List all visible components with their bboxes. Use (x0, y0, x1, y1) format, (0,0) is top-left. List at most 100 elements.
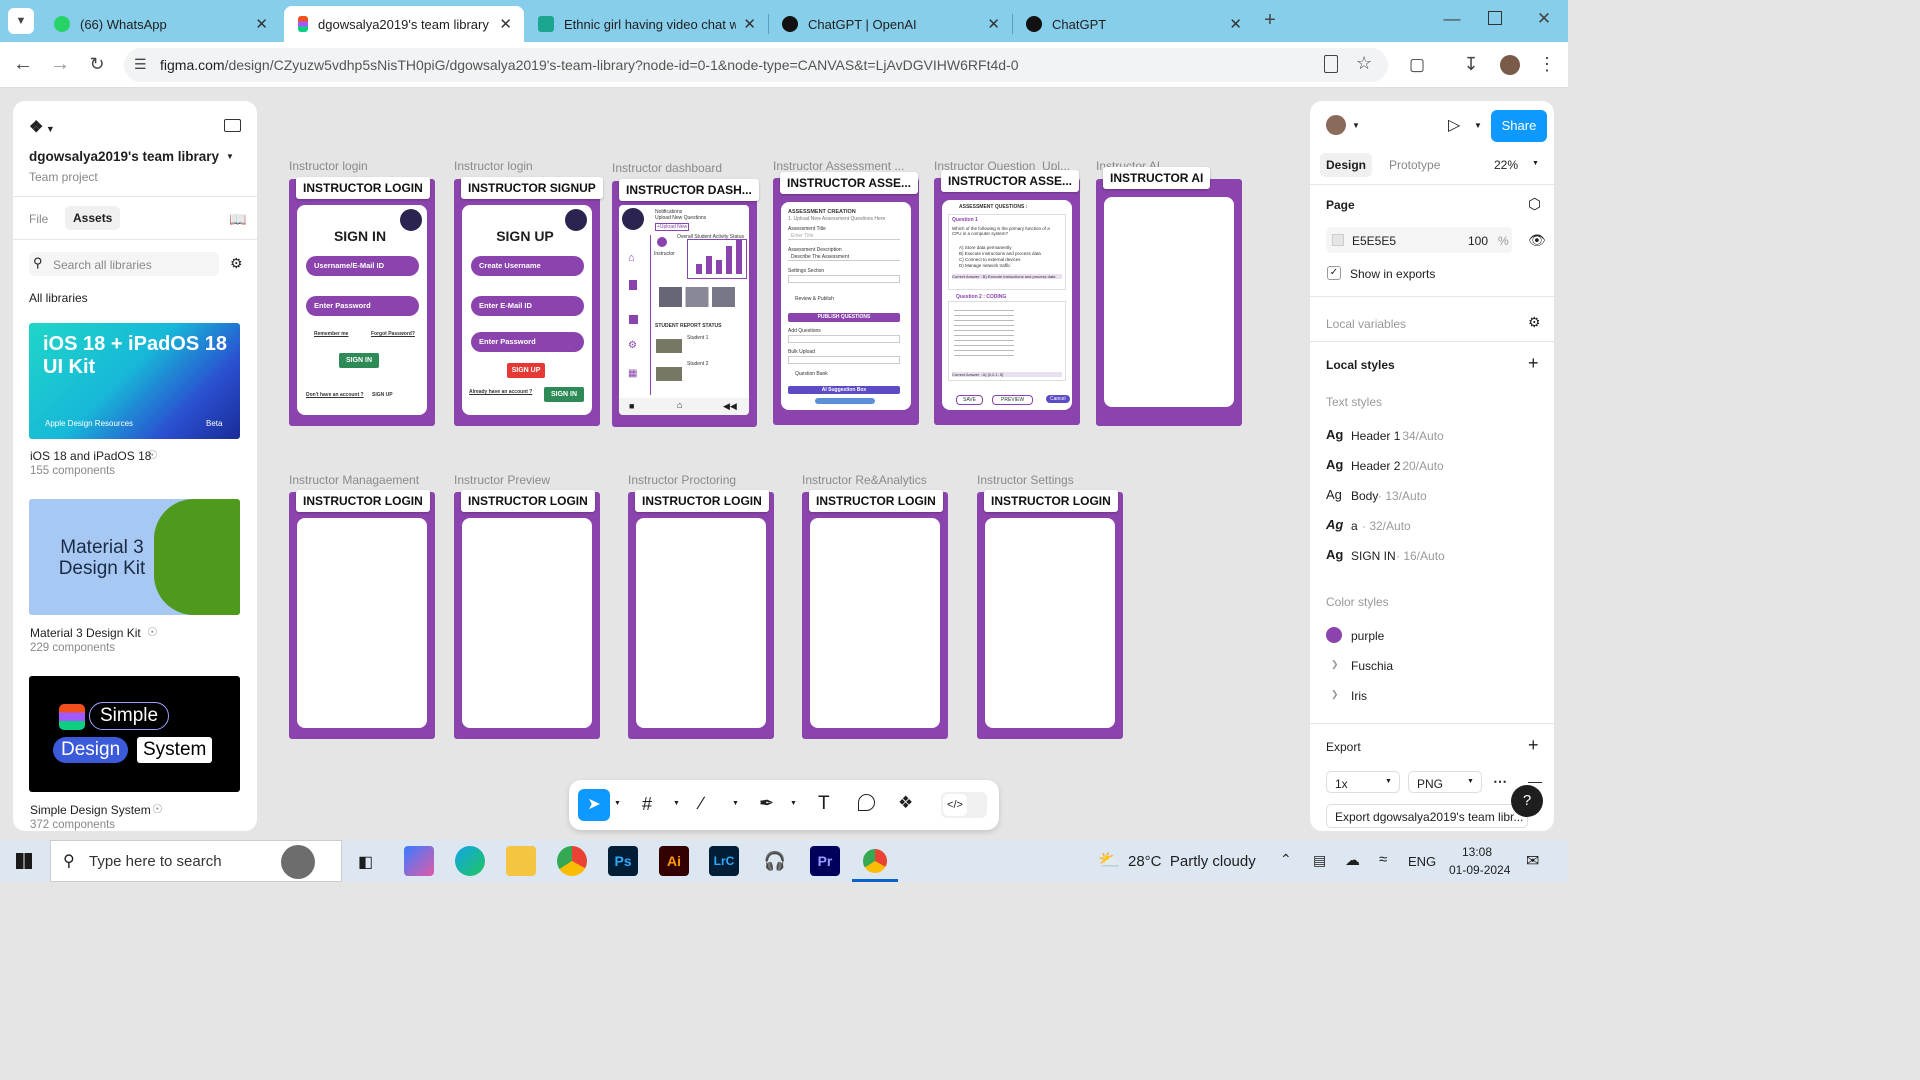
chevron-down-icon[interactable]: ▼ (732, 800, 739, 807)
tab-search-chevron-icon[interactable]: ▼ (8, 8, 34, 34)
frame-instructor-proctoring[interactable]: INSTRUCTOR LOGIN (628, 490, 774, 739)
user-avatar[interactable] (1326, 115, 1346, 135)
headphones-app-icon[interactable]: 🎧 (760, 846, 790, 876)
library-search-input[interactable]: ⚲ Search all libraries (29, 252, 219, 276)
text-tool-icon[interactable]: T (818, 793, 830, 815)
export-scale-select[interactable]: 1x ▼ (1326, 771, 1400, 793)
frame-instructor-settings[interactable]: INSTRUCTOR LOGIN (977, 490, 1123, 739)
color-style-fuschia[interactable]: ❯ Fuschia (1326, 657, 1536, 673)
chevron-down-icon[interactable]: ▼ (614, 800, 621, 807)
bookmark-star-icon[interactable]: ☆ (1356, 53, 1372, 74)
export-button[interactable]: Export dgowsalya2019's team libr... (1326, 804, 1528, 828)
team-name[interactable]: dgowsalya2019's team library (29, 149, 219, 164)
frame-label[interactable]: Instructor Settings (977, 473, 1127, 487)
comment-tool-icon[interactable] (858, 794, 875, 811)
frame-instructor-analytics[interactable]: INSTRUCTOR LOGIN (802, 490, 948, 739)
back-arrow-icon[interactable]: ← (12, 54, 34, 74)
device-icon[interactable]: ▤ (1313, 852, 1326, 869)
chevron-down-icon[interactable]: ▼ (1474, 121, 1482, 130)
tab-assets[interactable]: Assets (65, 206, 121, 230)
lightroom-classic-icon[interactable]: LrC (709, 846, 739, 876)
help-icon[interactable]: ? (1511, 785, 1543, 817)
clipboard-icon[interactable] (1324, 55, 1338, 73)
library-name[interactable]: Material 3 Design Kit (30, 626, 141, 640)
add-export-plus-icon[interactable]: + (1528, 735, 1539, 756)
page-color-field[interactable]: E5E5E5 100 % (1326, 227, 1512, 253)
text-style-header-2[interactable]: Ag Header 2 · 20/Auto (1326, 457, 1536, 473)
edge-icon[interactable] (455, 846, 485, 876)
tab-whatsapp[interactable]: (66) WhatsApp ✕ (40, 6, 280, 42)
taskbar-search-box[interactable]: ⚲ Type here to search (50, 840, 342, 882)
add-style-plus-icon[interactable]: + (1528, 353, 1539, 374)
library-name[interactable]: iOS 18 and iPadOS 18 (30, 449, 151, 463)
frame-instructor-assessment[interactable]: INSTRUCTOR ASSE... ASSESSMENT CREATION 1… (773, 172, 919, 425)
copilot-icon[interactable] (404, 846, 434, 876)
restore-window-icon[interactable] (1488, 11, 1502, 25)
frame-label[interactable]: Instructor login (454, 159, 594, 173)
extensions-icon[interactable]: ▢ (1406, 55, 1428, 75)
local-variables[interactable]: Local variables (1326, 317, 1406, 331)
windows-start-icon[interactable] (16, 853, 32, 869)
chrome-icon[interactable] (557, 846, 587, 876)
eye-icon[interactable]: 👁 (1528, 232, 1546, 249)
frame-instructor-question-upload[interactable]: INSTRUCTOR ASSE... ASSESSMENT QUESTIONS … (934, 170, 1080, 425)
frame-label[interactable]: Instructor Preview (454, 473, 604, 487)
library-book-icon[interactable]: 📖 (229, 211, 246, 228)
illustrator-icon[interactable]: Ai (659, 846, 689, 876)
premiere-icon[interactable]: Pr (810, 846, 840, 876)
text-style-header-1[interactable]: Ag Header 1 · 34/Auto (1326, 427, 1536, 443)
tab-chatgpt-openai[interactable]: ChatGPT | OpenAI ✕ (768, 6, 1012, 42)
library-thumbnail-simple[interactable]: Simple Design System (29, 676, 240, 792)
color-style-purple[interactable]: purple (1326, 627, 1536, 643)
frame-instructor-dashboard[interactable]: INSTRUCTOR DASH... Notifications Upload … (612, 179, 759, 427)
chevron-down-icon[interactable]: ▼ (1352, 121, 1360, 130)
download-icon[interactable]: ↧ (1460, 54, 1482, 74)
frame-label[interactable]: Instructor Re&Analytics (802, 473, 952, 487)
language-indicator[interactable]: ENG (1408, 854, 1436, 869)
frame-instructor-login[interactable]: INSTRUCTOR LOGIN SIGN IN Username/E-Mail… (289, 177, 435, 426)
hexagon-icon[interactable]: ⬡ (1528, 195, 1541, 213)
library-name[interactable]: Simple Design System (30, 803, 151, 817)
show-hidden-icons-chevron[interactable]: ⌃ (1280, 851, 1292, 868)
components-tool-icon[interactable]: ❖ (898, 793, 913, 813)
frame-label[interactable]: Instructor Managaement (289, 473, 439, 487)
figma-main-menu-icon[interactable]: ❖ ▼ (29, 117, 55, 137)
close-tab-icon[interactable]: ✕ (255, 15, 268, 33)
chevron-down-icon[interactable]: ▼ (673, 800, 680, 807)
close-window-icon[interactable]: ✕ (1534, 9, 1554, 29)
photoshop-icon[interactable]: Ps (608, 846, 638, 876)
reload-icon[interactable]: ↻ (86, 54, 108, 74)
export-format-select[interactable]: PNG ▼ (1408, 771, 1482, 793)
address-bar[interactable]: ☰ figma.com/design/CZyuzw5vdhp5sNisTH0pi… (124, 48, 1388, 82)
frame-instructor-preview[interactable]: INSTRUCTOR LOGIN (454, 490, 600, 739)
tab-design[interactable]: Design (1320, 153, 1373, 177)
move-tool-button[interactable]: ➤ (578, 789, 610, 821)
close-tab-icon[interactable]: ✕ (1229, 15, 1242, 33)
frame-tool-icon[interactable]: # (642, 794, 652, 815)
toggle-sidebar-icon[interactable] (224, 119, 241, 132)
weather-text[interactable]: 28°C Partly cloudy (1128, 853, 1256, 870)
filter-settings-icon[interactable]: ⚙ (230, 255, 243, 272)
frame-label[interactable]: Instructor Proctoring (628, 473, 778, 487)
close-tab-icon[interactable]: ✕ (743, 15, 756, 33)
more-options-icon[interactable]: ⋯ (1493, 773, 1507, 790)
weather-icon[interactable]: ⛅ (1098, 850, 1120, 871)
file-explorer-icon[interactable] (506, 846, 536, 876)
frame-instructor-ai[interactable]: INSTRUCTOR AI (1096, 167, 1242, 426)
close-tab-icon[interactable]: ✕ (987, 15, 1000, 33)
tab-figma[interactable]: dgowsalya2019's team library – ✕ (284, 6, 524, 42)
pen-tool-icon[interactable]: ✒ (759, 793, 774, 814)
tab-file[interactable]: File (29, 212, 48, 226)
tab-freepik[interactable]: Ethnic girl having video chat wi ✕ (524, 6, 768, 42)
site-settings-icon[interactable]: ☰ (134, 56, 147, 73)
show-in-exports-checkbox[interactable]: ✓ (1327, 266, 1341, 280)
minimize-window-icon[interactable]: — (1442, 9, 1462, 29)
zoom-level[interactable]: 22% (1494, 158, 1518, 172)
new-tab-plus-icon[interactable]: + (1260, 10, 1280, 30)
onedrive-cloud-icon[interactable]: ☁ (1345, 851, 1360, 869)
forward-arrow-icon[interactable]: → (49, 54, 71, 74)
chevron-down-icon[interactable]: ▼ (226, 152, 234, 161)
chrome-profile-icon[interactable] (860, 846, 890, 876)
close-tab-icon[interactable]: ✕ (499, 15, 512, 33)
profile-avatar[interactable] (1500, 55, 1520, 75)
